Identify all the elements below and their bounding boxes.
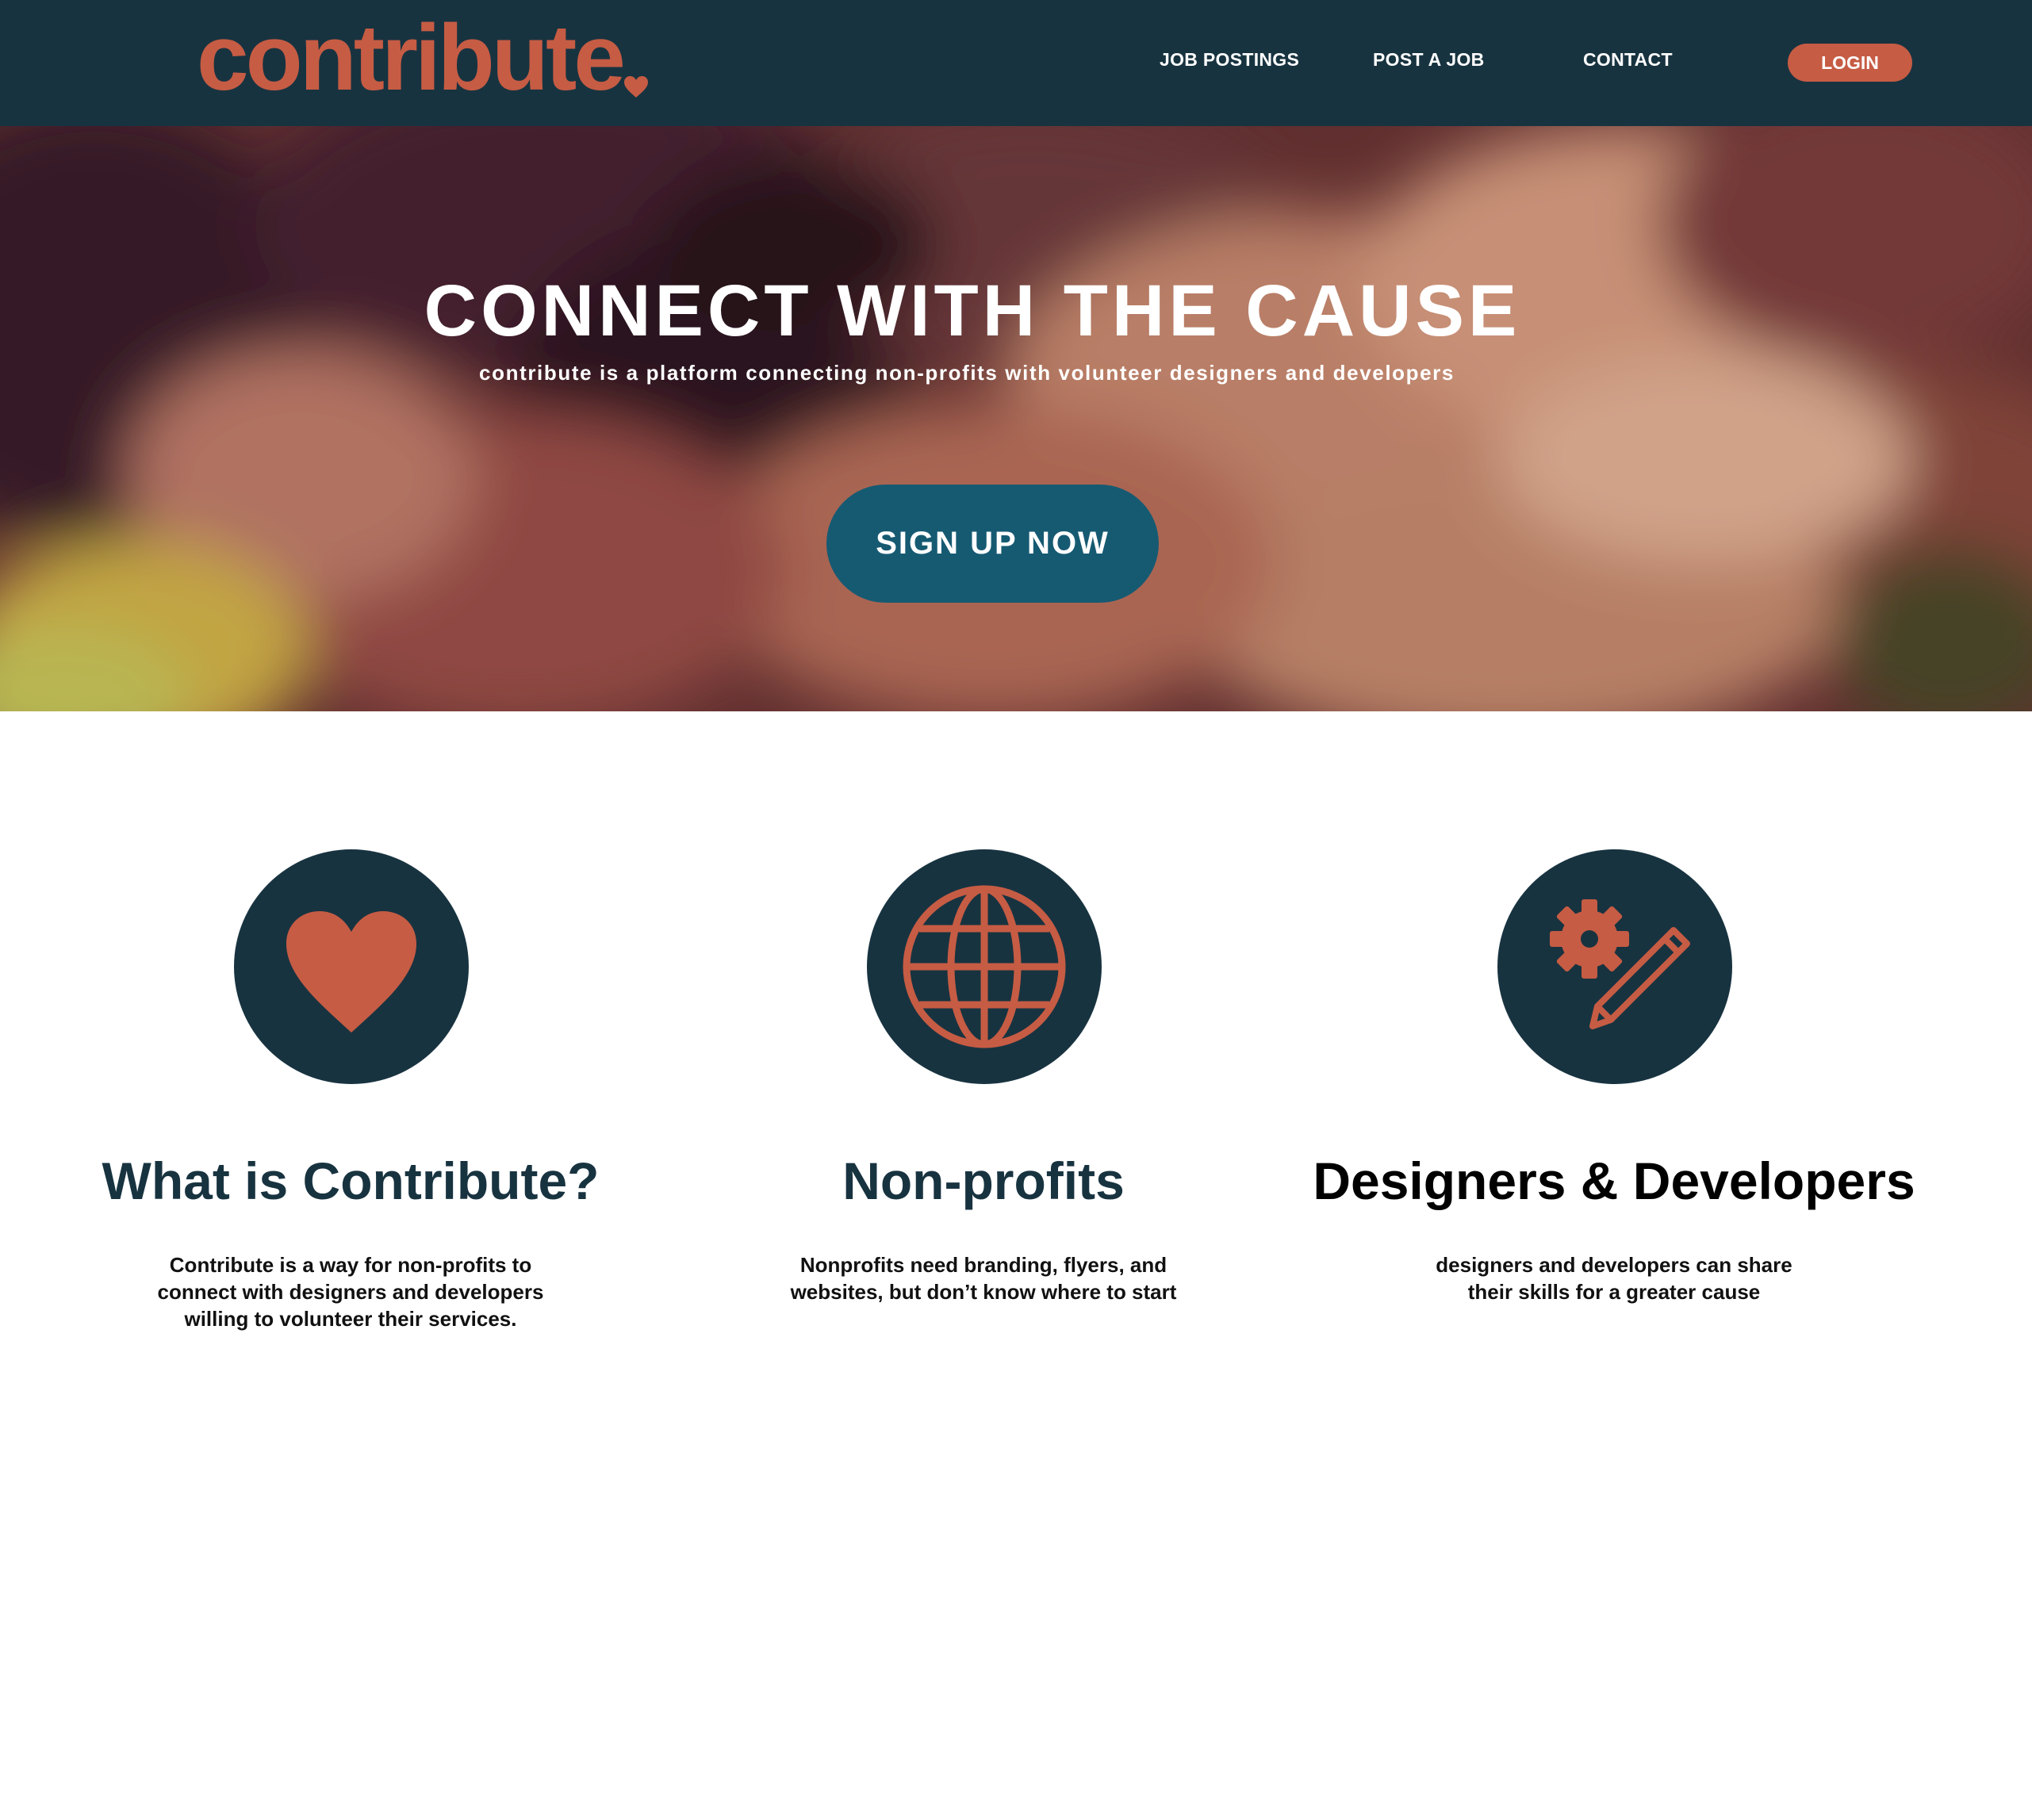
hero-banner: CONNECT WITH THE CAUSE contribute is a p… [0,126,2032,711]
hero-title: CONNECT WITH THE CAUSE [424,270,1521,351]
feature-title: Designers & Developers [1313,1151,1915,1210]
hero-background-image [0,126,2032,711]
landing-page: contribute JOB POSTINGS POST A JOB CONTA… [0,0,2032,1820]
heart-icon [286,911,416,1033]
feature-description: Nonprofits need branding, flyers, and we… [790,1253,1177,1304]
globe-icon-circle [867,849,1102,1084]
logo-text: contribute [197,6,626,110]
globe-icon [903,885,1066,1048]
logo-heart-icon [623,76,648,98]
login-button[interactable]: LOGIN [1788,44,1912,82]
nav-post-a-job[interactable]: POST A JOB [1373,49,1485,71]
feature-title: Non-profits [842,1151,1125,1210]
feature-description: designers and developers can share their… [1436,1253,1792,1304]
gear-pencil-icon [1550,899,1690,1029]
heart-icon-circle [234,849,469,1084]
feature-description: Contribute is a way for non-profits to c… [157,1253,544,1331]
gear-pencil-icon-circle [1497,849,1732,1084]
feature-title: What is Contribute? [102,1151,600,1210]
contribute-logo[interactable]: contribute [197,10,648,105]
sign-up-now-button[interactable]: SIGN UP NOW [826,485,1159,603]
nav-job-postings[interactable]: JOB POSTINGS [1160,49,1299,71]
top-navigation-bar: contribute JOB POSTINGS POST A JOB CONTA… [0,0,2032,126]
gear-icon [1550,899,1629,979]
hero-subtitle: contribute is a platform connecting non-… [479,361,1455,385]
nav-contact[interactable]: CONTACT [1583,49,1673,71]
